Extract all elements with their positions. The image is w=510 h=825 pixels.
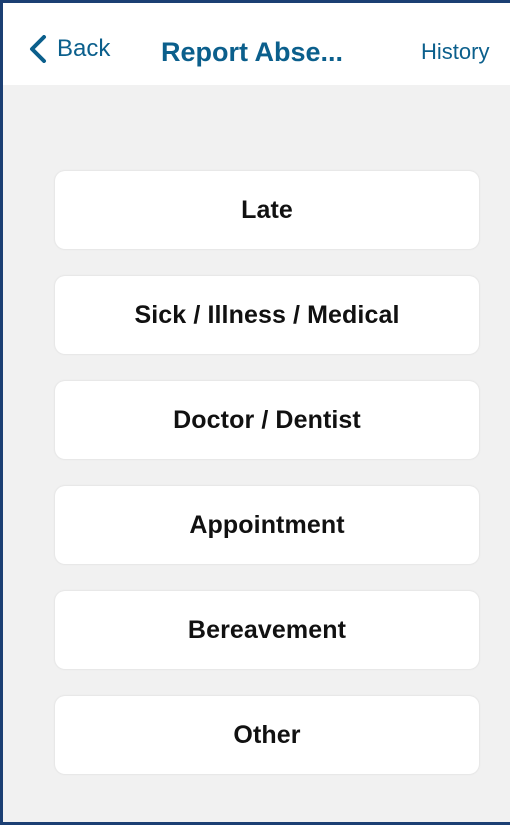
late-option-label: Late [241, 195, 293, 224]
back-label: Back [57, 35, 111, 62]
appointment-option-button[interactable]: Appointment [55, 486, 479, 564]
doctor-dentist-option-button[interactable]: Doctor / Dentist [55, 381, 479, 459]
other-option-button[interactable]: Other [55, 696, 479, 774]
bereavement-option-label: Bereavement [187, 615, 347, 644]
bereavement-option-button[interactable]: Bereavement [55, 591, 479, 669]
appointment-option-label: Appointment [189, 510, 345, 539]
sick-option-label: Sick / Illness / Medical [134, 300, 400, 329]
navigation-bar: Back Report Abse... History [3, 3, 510, 85]
doctor-dentist-option-label: Doctor / Dentist [173, 405, 361, 434]
back-button[interactable]: Back [27, 35, 110, 63]
late-option-button[interactable]: Late [55, 171, 479, 249]
page-title: Report Abse... [161, 37, 344, 67]
sick-option-button[interactable]: Sick / Illness / Medical [55, 276, 479, 354]
app-window: Back Report Abse... History Late Sick / … [0, 0, 510, 825]
absence-type-list: Late Sick / Illness / Medical Doctor / D… [55, 171, 479, 801]
chevron-left-icon [27, 35, 49, 63]
history-button[interactable]: History [421, 39, 489, 65]
other-option-label: Other [233, 720, 301, 749]
